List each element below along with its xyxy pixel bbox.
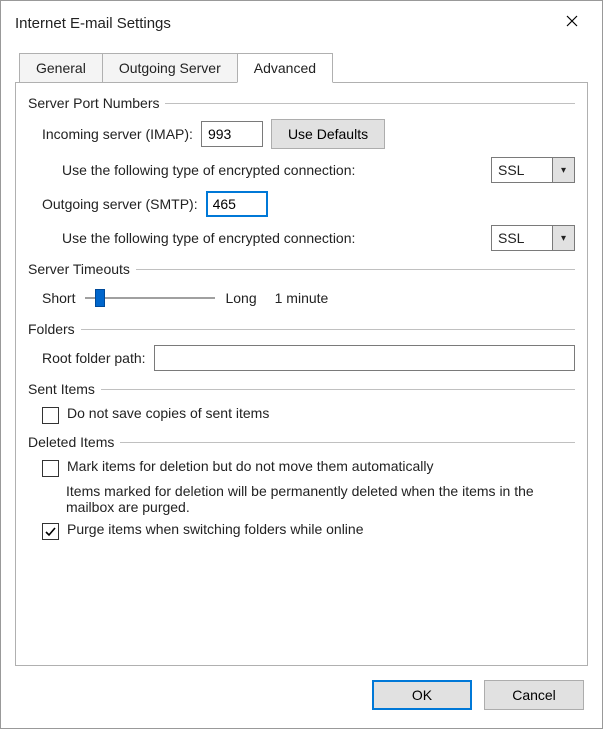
group-title-sent-items: Sent Items (28, 381, 95, 397)
label-outgoing-smtp: Outgoing server (SMTP): (42, 196, 198, 212)
smtp-encryption-value: SSL (492, 230, 552, 246)
check-icon (44, 525, 57, 538)
group-deleted-items: Deleted Items Mark items for deletion bu… (28, 434, 575, 540)
group-sent-items: Sent Items Do not save copies of sent it… (28, 381, 575, 424)
tab-panel-advanced: Server Port Numbers Incoming server (IMA… (15, 82, 588, 666)
label-mark-for-deletion: Mark items for deletion but do not move … (67, 458, 434, 474)
label-short: Short (42, 290, 75, 306)
timeout-value: 1 minute (275, 290, 329, 306)
root-folder-input[interactable] (154, 345, 575, 371)
label-root-folder: Root folder path: (42, 350, 146, 366)
imap-encryption-select[interactable]: SSL ▾ (491, 157, 575, 183)
group-server-port-numbers: Server Port Numbers Incoming server (IMA… (28, 95, 575, 251)
divider (136, 269, 575, 270)
label-purge-on-switch: Purge items when switching folders while… (67, 521, 363, 537)
slider-thumb[interactable] (95, 289, 105, 307)
label-smtp-encryption: Use the following type of encrypted conn… (62, 230, 355, 246)
label-do-not-save-sent: Do not save copies of sent items (67, 405, 269, 421)
label-imap-encryption: Use the following type of encrypted conn… (62, 162, 355, 178)
ok-button[interactable]: OK (372, 680, 472, 710)
tabstrip: General Outgoing Server Advanced (1, 53, 602, 83)
group-title-folders: Folders (28, 321, 75, 337)
use-defaults-button[interactable]: Use Defaults (271, 119, 385, 149)
help-mark-for-deletion: Items marked for deletion will be perman… (66, 483, 575, 515)
group-title-server-ports: Server Port Numbers (28, 95, 159, 111)
smtp-port-input[interactable] (206, 191, 268, 217)
divider (120, 442, 575, 443)
checkbox-purge-on-switch[interactable] (42, 523, 59, 540)
imap-encryption-value: SSL (492, 162, 552, 178)
chevron-down-icon: ▾ (552, 226, 574, 250)
titlebar: Internet E-mail Settings (1, 1, 602, 53)
close-button[interactable] (554, 9, 590, 37)
window-title: Internet E-mail Settings (15, 15, 171, 32)
timeout-slider[interactable] (85, 285, 215, 311)
label-incoming-imap: Incoming server (IMAP): (42, 126, 193, 142)
divider (165, 103, 575, 104)
divider (81, 329, 575, 330)
dialog-footer: OK Cancel (1, 666, 602, 728)
tab-advanced[interactable]: Advanced (237, 53, 333, 83)
group-title-deleted-items: Deleted Items (28, 434, 114, 450)
checkbox-do-not-save-sent[interactable] (42, 407, 59, 424)
checkbox-mark-for-deletion[interactable] (42, 460, 59, 477)
group-server-timeouts: Server Timeouts Short Long 1 minute (28, 261, 575, 311)
group-folders: Folders Root folder path: (28, 321, 575, 371)
imap-port-input[interactable] (201, 121, 263, 147)
tab-outgoing-server[interactable]: Outgoing Server (102, 53, 238, 83)
chevron-down-icon: ▾ (552, 158, 574, 182)
label-long: Long (225, 290, 256, 306)
tab-general[interactable]: General (19, 53, 103, 83)
email-settings-dialog: Internet E-mail Settings General Outgoin… (0, 0, 603, 729)
close-icon (566, 14, 578, 32)
divider (101, 389, 575, 390)
smtp-encryption-select[interactable]: SSL ▾ (491, 225, 575, 251)
cancel-button[interactable]: Cancel (484, 680, 584, 710)
group-title-server-timeouts: Server Timeouts (28, 261, 130, 277)
